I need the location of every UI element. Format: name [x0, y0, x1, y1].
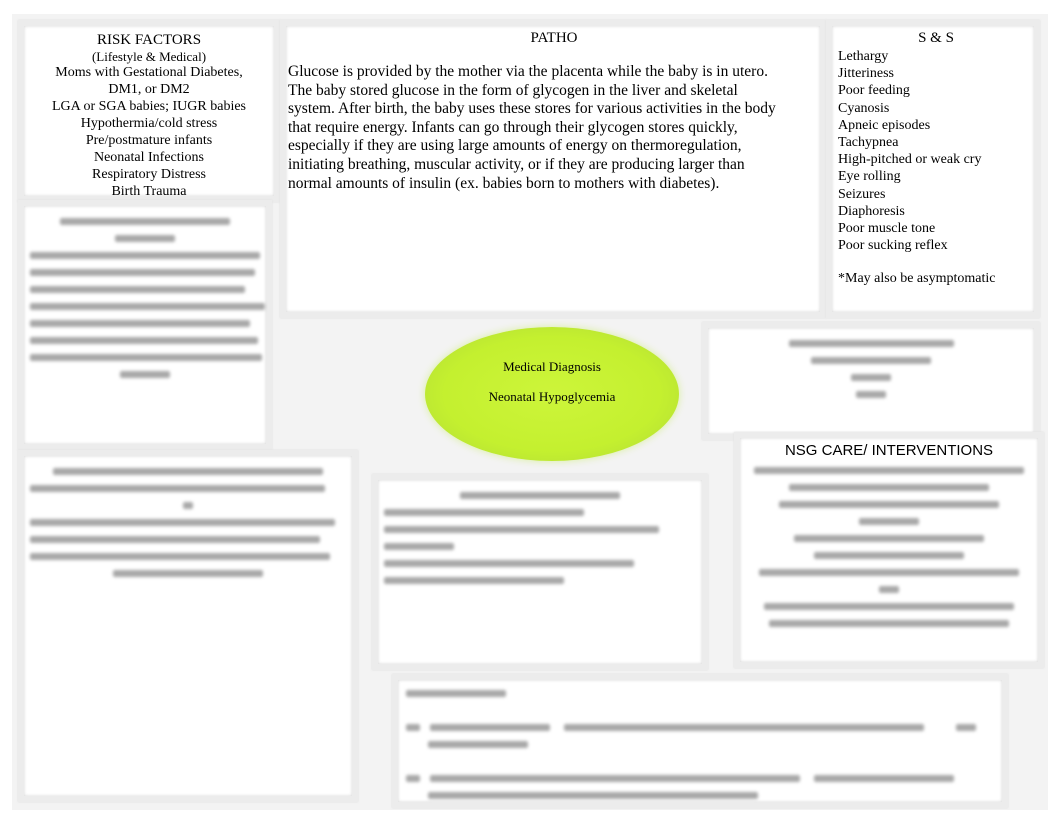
- nsg-care-box: NSG CARE/ INTERVENTIONS: [734, 432, 1044, 668]
- concept-map-page: RISK FACTORS (Lifestyle & Medical) Moms …: [12, 14, 1048, 810]
- blurred-content: [28, 462, 348, 581]
- symptom-item: Eye rolling: [838, 169, 901, 185]
- risk-factor-item: Pre/postmature infants: [85, 133, 213, 148]
- risk-factors-subtitle: (Lifestyle & Medical): [91, 49, 207, 64]
- symptom-item: Lethargy: [838, 49, 889, 64]
- nsg-care-title: NSG CARE/ INTERVENTIONS: [784, 442, 994, 459]
- symptom-item: Poor sucking reflex: [838, 238, 948, 254]
- blurred-content: [382, 486, 698, 588]
- risk-factor-item: Birth Trauma: [111, 184, 187, 199]
- symptom-item: High-pitched or weak cry: [838, 152, 982, 168]
- risk-factors-title: RISK FACTORS: [96, 32, 202, 48]
- symptom-item: Jitteriness: [838, 66, 894, 82]
- education-box: [392, 674, 1008, 808]
- diagnosis-label: Medical Diagnosis: [503, 359, 601, 374]
- risk-factor-item: DM1, or DM2: [108, 82, 190, 97]
- patho-title: PATHO: [530, 30, 578, 46]
- signs-symptoms-box: S & S Lethargy Jitteriness Poor feeding …: [826, 20, 1040, 318]
- risk-factor-item: Hypothermia/cold stress: [80, 116, 218, 131]
- signs-symptoms-title: S & S: [918, 30, 954, 46]
- diagnosis-value: Neonatal Hypoglycemia: [488, 389, 616, 404]
- complications-box: [372, 474, 708, 670]
- symptom-item: Poor feeding: [838, 83, 910, 99]
- symptom-item: Seizures: [838, 186, 886, 202]
- labs-box: [702, 322, 1040, 440]
- symptom-item: Apneic episodes: [838, 117, 931, 133]
- treatment-box: [18, 450, 358, 802]
- risk-factor-item: LGA or SGA babies; IUGR babies: [51, 99, 247, 114]
- blurred-content: [28, 212, 265, 382]
- symptom-item: Poor muscle tone: [838, 221, 936, 237]
- symptom-item: Cyanosis: [838, 100, 890, 116]
- patho-box: PATHO Glucose is provided by the mother …: [280, 20, 826, 318]
- patho-text: Glucose is provided by the mother via th…: [288, 63, 776, 192]
- blurred-content: [404, 684, 996, 803]
- risk-factors-list: Moms with Gestational Diabetes, DM1, or …: [24, 64, 274, 200]
- risk-factor-item: Respiratory Distress: [92, 167, 206, 182]
- signs-symptoms-list: Lethargy Jitteriness Poor feeding Cyanos…: [838, 48, 1034, 288]
- risk-factor-item: Moms with Gestational Diabetes,: [55, 65, 243, 80]
- symptom-item: Tachypnea: [838, 135, 899, 151]
- medical-diagnosis-ellipse: Medical Diagnosis Neonatal Hypoglycemia: [425, 327, 679, 461]
- symptom-item: Diaphoresis: [838, 203, 905, 219]
- asymptomatic-note: *May also be asymptomatic: [838, 271, 996, 287]
- risk-factors-box: RISK FACTORS (Lifestyle & Medical) Moms …: [18, 20, 280, 202]
- diagnostic-tests-box: [18, 200, 272, 450]
- risk-factor-item: Neonatal Infections: [93, 150, 204, 165]
- blurred-content: [708, 334, 1034, 402]
- blurred-content: [744, 461, 1034, 631]
